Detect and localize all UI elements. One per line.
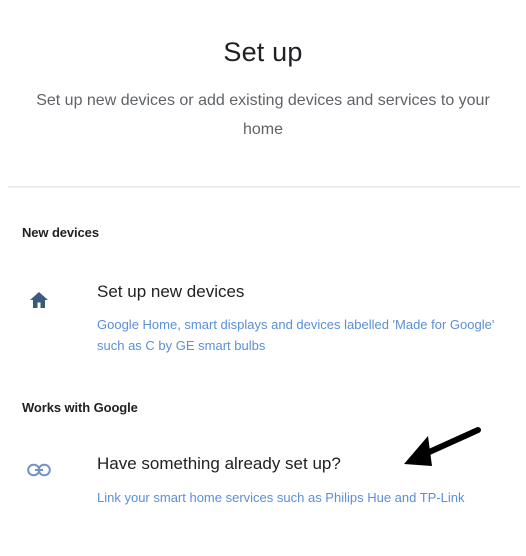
link-icon <box>26 458 52 482</box>
have-something-already-set-up-title: Have something already set up? <box>97 454 341 473</box>
annotation-arrow-icon <box>404 427 481 466</box>
section-label-works-with-google: Works with Google <box>22 400 138 415</box>
home-icon <box>26 288 52 312</box>
set-up-new-devices-item[interactable]: Set up new devices Google Home, smart di… <box>0 278 526 360</box>
page-header: Set up Set up new devices or add existin… <box>0 32 526 144</box>
set-up-new-devices-title: Set up new devices <box>97 282 245 301</box>
setup-page: Set up Set up new devices or add existin… <box>0 0 526 556</box>
section-label-new-devices: New devices <box>22 225 99 240</box>
page-subtitle: Set up new devices or add existing devic… <box>36 92 490 138</box>
header-divider <box>8 186 520 188</box>
page-title: Set up <box>223 37 303 67</box>
have-something-already-set-up-description: Link your smart home services such as Ph… <box>97 490 465 505</box>
set-up-new-devices-description: Google Home, smart displays and devices … <box>97 317 495 353</box>
